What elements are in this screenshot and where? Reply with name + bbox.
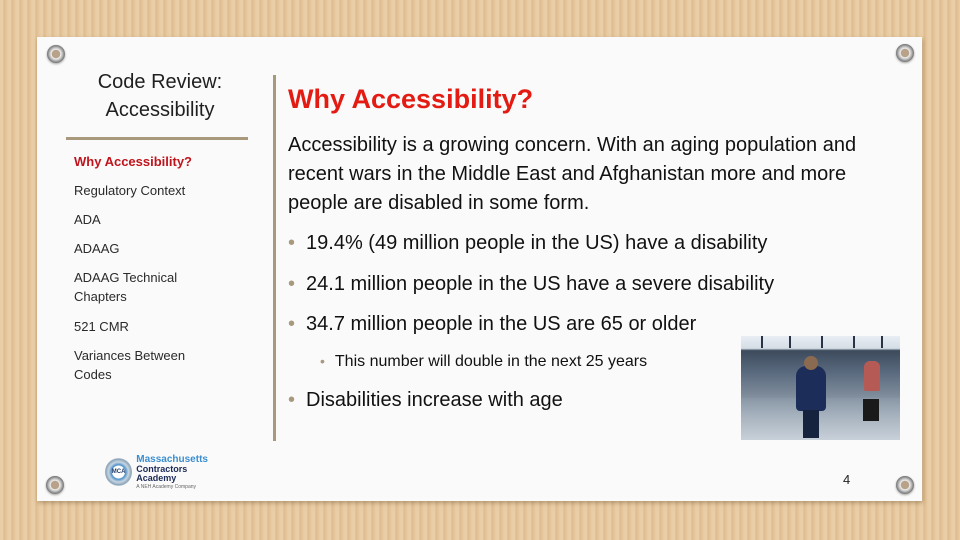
bullet-item: • Disabilities increase with age	[288, 387, 563, 413]
sidebar-item-521-cmr[interactable]: 521 CMR	[74, 317, 234, 336]
bullet-icon: •	[288, 313, 296, 335]
photo-window-frame	[789, 336, 791, 348]
sidebar-item-why-accessibility[interactable]: Why Accessibility?	[74, 152, 234, 171]
sidebar-divider	[66, 137, 248, 140]
bullet-icon: •	[288, 232, 296, 254]
bullet-item: • 19.4% (49 million people in the US) hav…	[288, 230, 767, 256]
bullet-text: This number will double in the next 25 y…	[334, 353, 648, 370]
grommet-icon	[896, 476, 914, 494]
photo-window-frame	[761, 336, 763, 348]
airport-photo	[741, 336, 900, 440]
company-logo: MCA Massachusetts Contractors Academy A …	[105, 453, 227, 491]
bullet-text: 19.4% (49 million people in the US) have…	[306, 232, 768, 254]
intro-paragraph: Accessibility is a growing concern. With…	[288, 134, 857, 214]
bullet-icon: •	[288, 273, 296, 295]
bullet-item: • 24.1 million people in the US have a se…	[288, 271, 774, 297]
page-number: 4	[843, 472, 851, 487]
photo-window-frame	[821, 336, 823, 348]
bullet-icon: •	[288, 389, 296, 411]
vertical-divider	[273, 75, 276, 441]
sidebar-item-ada[interactable]: ADA	[74, 210, 234, 229]
bullet-item: • 34.7 million people in the US are 65 or…	[288, 311, 696, 337]
sidebar-title: Code Review: Accessibility	[97, 71, 223, 121]
bullet-icon: •	[320, 353, 325, 369]
sub-bullet-item: • This number will double in the next 25 …	[320, 348, 647, 375]
slide-title: Why Accessibility?	[288, 84, 534, 114]
grommet-icon	[896, 44, 914, 62]
sidebar-item-variances-between-codes[interactable]: Variances Between Codes	[74, 346, 204, 384]
grommet-icon	[47, 45, 65, 63]
photo-person	[796, 366, 826, 411]
photo-person-legs	[803, 410, 819, 438]
sidebar-item-adaag-technical-chapters[interactable]: ADAAG Technical Chapters	[74, 268, 194, 306]
photo-window-frame	[853, 336, 855, 348]
logo-line-1: Massachusetts	[136, 453, 208, 465]
photo-person-head	[804, 356, 818, 370]
bullet-text: Disabilities increase with age	[306, 389, 563, 411]
photo-person-background	[864, 361, 880, 391]
grommet-icon	[46, 476, 64, 494]
logo-text: Massachusetts Contractors Academy A NEH …	[136, 453, 227, 490]
bullet-text: 34.7 million people in the US are 65 or …	[306, 313, 697, 335]
sidebar-item-regulatory-context[interactable]: Regulatory Context	[74, 181, 234, 200]
logo-line-3: A NEH Academy Company	[136, 483, 197, 490]
logo-line-2: Contractors Academy	[136, 463, 188, 483]
bullet-text: 24.1 million people in the US have a sev…	[306, 273, 775, 295]
photo-window-frame	[881, 336, 883, 348]
sidebar-item-adaag[interactable]: ADAAG	[74, 239, 234, 258]
logo-badge-icon: MCA	[105, 458, 133, 486]
photo-suitcase	[863, 399, 879, 421]
